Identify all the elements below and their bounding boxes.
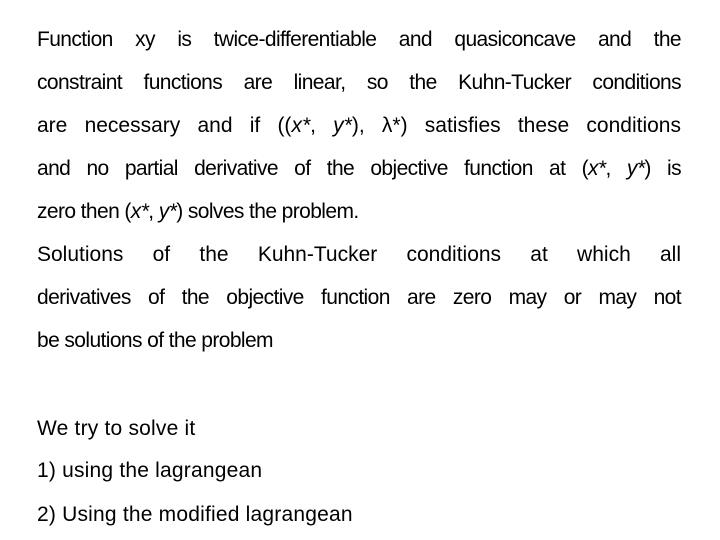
paragraph1-line2: constraint functions are linear, so the … xyxy=(37,71,682,94)
approach-item-2: 2) Using the modified lagrangean xyxy=(37,503,353,526)
text-segment: , xyxy=(310,114,334,137)
slide: Function xy is twice-differentiable and … xyxy=(0,0,720,540)
math-x-star: x* xyxy=(587,157,606,180)
paragraph2-line1: Solutions of the Kuhn-Tucker conditions … xyxy=(37,243,681,266)
paragraph1-line4: and no partial derivative of the objecti… xyxy=(37,157,682,181)
paragraph1-line3: are necessary and if ((x*, y*), λ*) sati… xyxy=(37,114,681,138)
text-segment: ), λ*) satisfies these conditions xyxy=(351,114,681,137)
math-x-star: x* xyxy=(291,114,311,137)
math-y-star: y* xyxy=(626,157,645,180)
text-segment: and no partial derivative of the objecti… xyxy=(37,157,589,180)
paragraph2-line2: derivatives of the objective function ar… xyxy=(37,286,682,309)
text-segment: zero then ( xyxy=(37,200,131,223)
text-segment: , xyxy=(605,157,627,180)
text-segment: are necessary and if (( xyxy=(37,114,292,137)
approach-intro: We try to solve it xyxy=(37,417,196,440)
paragraph1-line1: Function xy is twice-differentiable and … xyxy=(37,28,682,51)
math-x-star: x* xyxy=(130,200,149,223)
math-y-star: y* xyxy=(158,200,177,223)
paragraph1-line5: zero then (x*, y*) solves the problem. xyxy=(37,200,681,224)
approach-item-1: 1) using the lagrangean xyxy=(37,459,263,482)
math-y-star: y* xyxy=(333,114,352,137)
text-segment: ) is xyxy=(644,157,681,180)
paragraph2-line3: be solutions of the problem xyxy=(37,329,274,352)
text-segment: , xyxy=(148,200,159,223)
text-segment: ) solves the problem. xyxy=(176,200,359,223)
